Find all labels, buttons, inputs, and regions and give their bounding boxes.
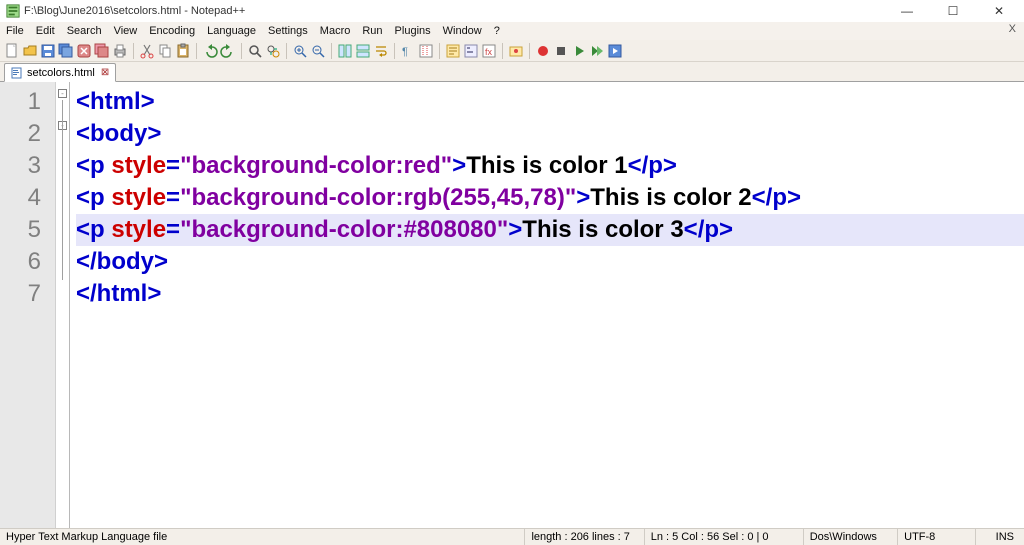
- separator-icon: [529, 43, 530, 59]
- menu-file[interactable]: File: [6, 25, 24, 37]
- menu-view[interactable]: View: [114, 25, 138, 37]
- menu-plugins[interactable]: Plugins: [395, 25, 431, 37]
- save-macro-icon[interactable]: [607, 43, 623, 59]
- line-number: 1: [0, 86, 55, 118]
- indent-guide-icon[interactable]: [418, 43, 434, 59]
- fold-box-icon[interactable]: -: [58, 89, 67, 98]
- file-tab[interactable]: setcolors.html ⊠: [4, 63, 116, 82]
- code-line-current: <p style="background-color:#808080">This…: [76, 214, 1024, 246]
- maximize-button[interactable]: ☐: [930, 0, 976, 22]
- zoom-in-icon[interactable]: [292, 43, 308, 59]
- separator-icon: [286, 43, 287, 59]
- status-position: Ln : 5 Col : 56 Sel : 0 | 0: [645, 529, 804, 545]
- editor-area[interactable]: 1 2 3 4 5 6 7 - - <html> <body> <p style…: [0, 82, 1024, 528]
- menu-search[interactable]: Search: [67, 25, 102, 37]
- close-button[interactable]: ✕: [976, 0, 1022, 22]
- stop-macro-icon[interactable]: [553, 43, 569, 59]
- separator-icon: [439, 43, 440, 59]
- line-number: 2: [0, 118, 55, 150]
- menu-run[interactable]: Run: [362, 25, 382, 37]
- code-line: </body>: [76, 246, 1024, 278]
- separator-icon: [241, 43, 242, 59]
- close-icon[interactable]: [76, 43, 92, 59]
- close-all-icon[interactable]: [94, 43, 110, 59]
- doc-map-icon[interactable]: [463, 43, 479, 59]
- sync-v-icon[interactable]: [337, 43, 353, 59]
- separator-icon: [196, 43, 197, 59]
- minimize-button[interactable]: —: [884, 0, 930, 22]
- status-filetype: Hyper Text Markup Language file: [4, 529, 525, 545]
- line-gutter: 1 2 3 4 5 6 7: [0, 82, 56, 528]
- status-bar: Hyper Text Markup Language file length :…: [0, 528, 1024, 545]
- code-line: <html>: [76, 86, 1024, 118]
- func-list-icon[interactable]: fx: [481, 43, 497, 59]
- menu-edit[interactable]: Edit: [36, 25, 55, 37]
- redo-icon[interactable]: [220, 43, 236, 59]
- save-icon[interactable]: [40, 43, 56, 59]
- code-area[interactable]: <html> <body> <p style="background-color…: [70, 82, 1024, 528]
- menubar-close-x[interactable]: X: [1009, 23, 1016, 35]
- toolbar: ¶ fx: [0, 40, 1024, 62]
- code-line: <p style="background-color:red">This is …: [76, 150, 1024, 182]
- line-number: 4: [0, 182, 55, 214]
- title-bar: F:\Blog\June2016\setcolors.html - Notepa…: [0, 0, 1024, 22]
- show-all-chars-icon[interactable]: ¶: [400, 43, 416, 59]
- svg-text:¶: ¶: [402, 46, 408, 58]
- separator-icon: [394, 43, 395, 59]
- separator-icon: [502, 43, 503, 59]
- new-icon[interactable]: [4, 43, 20, 59]
- wrap-icon[interactable]: [373, 43, 389, 59]
- status-eol: Dos\Windows: [804, 529, 898, 545]
- tab-close-icon[interactable]: ⊠: [101, 67, 109, 78]
- play-multi-icon[interactable]: [589, 43, 605, 59]
- line-number: 3: [0, 150, 55, 182]
- code-line: <p style="background-color:rgb(255,45,78…: [76, 182, 1024, 214]
- file-icon: [11, 67, 23, 79]
- status-charset: UTF-8: [898, 529, 976, 545]
- play-macro-icon[interactable]: [571, 43, 587, 59]
- fold-line: [62, 100, 63, 280]
- menu-settings[interactable]: Settings: [268, 25, 308, 37]
- paste-icon[interactable]: [175, 43, 191, 59]
- app-icon: [6, 4, 20, 18]
- fold-column: - -: [56, 82, 70, 528]
- status-insert-mode[interactable]: INS: [976, 529, 1020, 545]
- line-number: 5: [0, 214, 55, 246]
- undo-icon[interactable]: [202, 43, 218, 59]
- find-icon[interactable]: [247, 43, 263, 59]
- menu-language[interactable]: Language: [207, 25, 256, 37]
- menu-window[interactable]: Window: [443, 25, 482, 37]
- cut-icon[interactable]: [139, 43, 155, 59]
- svg-text:fx: fx: [485, 47, 493, 57]
- status-length: length : 206 lines : 7: [525, 529, 644, 545]
- print-icon[interactable]: [112, 43, 128, 59]
- code-line: </html>: [76, 278, 1024, 310]
- zoom-out-icon[interactable]: [310, 43, 326, 59]
- udl-icon[interactable]: [445, 43, 461, 59]
- tab-strip: setcolors.html ⊠: [0, 62, 1024, 82]
- separator-icon: [331, 43, 332, 59]
- menu-encoding[interactable]: Encoding: [149, 25, 195, 37]
- separator-icon: [133, 43, 134, 59]
- line-number: 7: [0, 278, 55, 310]
- menu-help[interactable]: ?: [494, 25, 500, 37]
- record-macro-icon[interactable]: [535, 43, 551, 59]
- open-icon[interactable]: [22, 43, 38, 59]
- window-title: F:\Blog\June2016\setcolors.html - Notepa…: [24, 5, 245, 17]
- folder-as-workspace-icon[interactable]: [508, 43, 524, 59]
- copy-icon[interactable]: [157, 43, 173, 59]
- save-all-icon[interactable]: [58, 43, 74, 59]
- menu-macro[interactable]: Macro: [320, 25, 351, 37]
- code-line: <body>: [76, 118, 1024, 150]
- window-controls: — ☐ ✕: [884, 0, 1022, 22]
- sync-h-icon[interactable]: [355, 43, 371, 59]
- tab-label: setcolors.html: [27, 67, 95, 79]
- line-number: 6: [0, 246, 55, 278]
- menu-bar: File Edit Search View Encoding Language …: [0, 22, 1024, 40]
- replace-icon[interactable]: [265, 43, 281, 59]
